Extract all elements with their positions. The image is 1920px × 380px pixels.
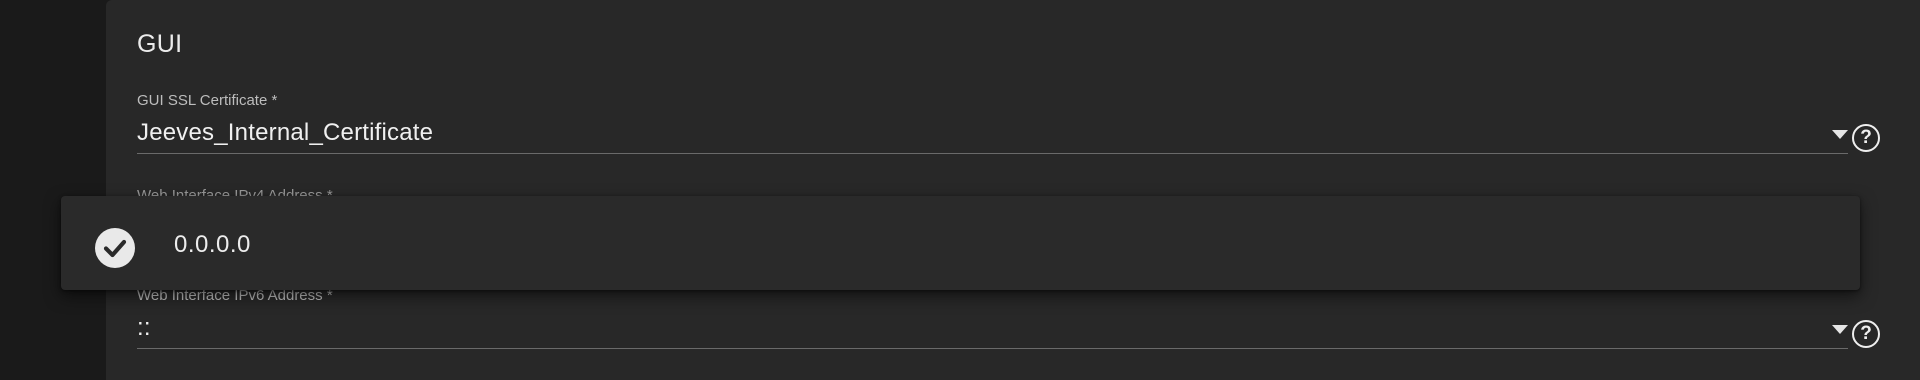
ipv4-dropdown-panel: 0.0.0.0 [61, 196, 1860, 290]
ipv4-label: Web Interface IPv4 Address * [137, 187, 333, 196]
section-title: GUI [137, 30, 183, 58]
ssl-certificate-field: GUI SSL Certificate * Jeeves_Internal_Ce… [137, 91, 1848, 154]
ipv4-option[interactable]: 0.0.0.0 [61, 196, 1860, 290]
ssl-certificate-label: GUI SSL Certificate * [137, 92, 278, 109]
help-circle-icon[interactable]: ? [1852, 320, 1880, 348]
ipv6-select[interactable]: :: [137, 306, 1848, 349]
ssl-certificate-select[interactable]: Jeeves_Internal_Certificate [137, 111, 1848, 154]
ssl-certificate-value: Jeeves_Internal_Certificate [137, 119, 434, 146]
check-circle-icon [95, 228, 135, 268]
page: GUI GUI SSL Certificate * Jeeves_Interna… [0, 0, 1920, 380]
ipv6-field: Web Interface IPv6 Address * :: [137, 286, 1848, 349]
ipv6-value: :: [137, 314, 151, 341]
help-circle-icon[interactable]: ? [1852, 124, 1880, 152]
chevron-down-icon[interactable] [1832, 130, 1848, 139]
ipv4-option-label: 0.0.0.0 [174, 231, 251, 258]
chevron-down-icon[interactable] [1832, 325, 1848, 334]
